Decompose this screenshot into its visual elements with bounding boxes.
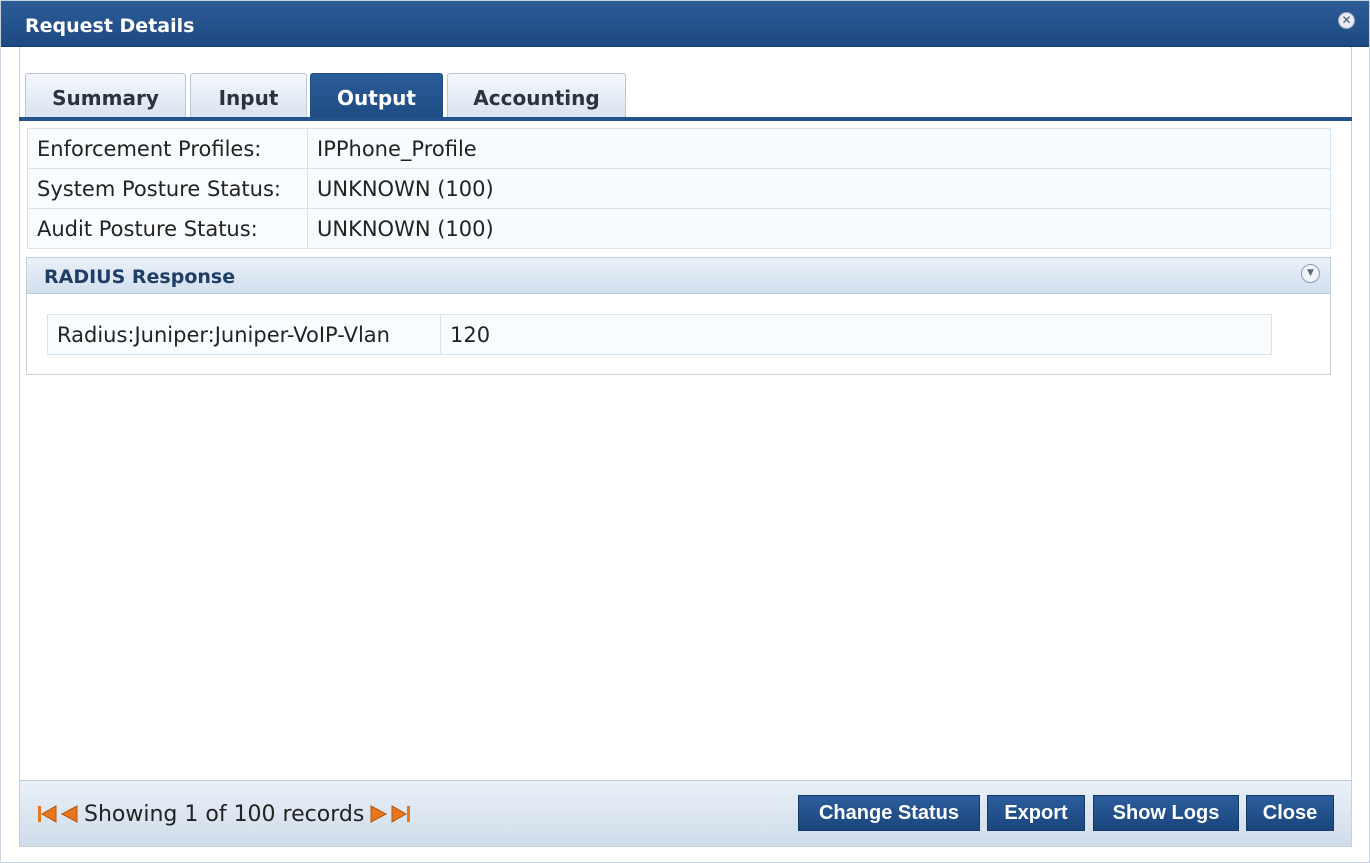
export-button[interactable]: Export [987, 795, 1085, 831]
radius-response-title: RADIUS Response [44, 266, 236, 288]
first-record-icon[interactable] [36, 802, 58, 826]
system-posture-status-value: UNKNOWN (100) [307, 168, 1331, 209]
pager-status-text: Showing 1 of 100 records [84, 801, 365, 827]
close-icon[interactable]: ✕ [1338, 12, 1355, 29]
dialog-titlebar: Request Details ✕ [1, 1, 1369, 47]
tab-summary[interactable]: Summary [25, 73, 186, 119]
audit-posture-status-value: UNKNOWN (100) [307, 208, 1331, 249]
previous-record-icon[interactable] [58, 802, 80, 826]
table-row: Enforcement Profiles: IPPhone_Profile [27, 128, 1331, 169]
system-posture-status-label: System Posture Status: [27, 168, 308, 209]
radius-attribute-value: 120 [440, 314, 1272, 355]
change-status-button[interactable]: Change Status [798, 795, 980, 831]
tab-output[interactable]: Output [310, 73, 443, 119]
audit-posture-status-label: Audit Posture Status: [27, 208, 308, 249]
close-button[interactable]: Close [1246, 795, 1334, 831]
tab-underline [19, 117, 1352, 121]
enforcement-profiles-label: Enforcement Profiles: [27, 128, 308, 169]
dialog-title: Request Details [25, 15, 195, 37]
tab-input[interactable]: Input [190, 73, 307, 119]
last-record-icon[interactable] [390, 802, 412, 826]
output-summary-table: Enforcement Profiles: IPPhone_Profile Sy… [27, 128, 1331, 249]
table-row: System Posture Status: UNKNOWN (100) [27, 168, 1331, 209]
radius-response-header[interactable]: RADIUS Response ▼ [27, 258, 1330, 294]
tab-accounting[interactable]: Accounting [447, 73, 626, 119]
radius-response-panel: RADIUS Response ▼ Radius:Juniper:Juniper… [26, 257, 1331, 375]
enforcement-profiles-value: IPPhone_Profile [307, 128, 1331, 169]
radius-attribute-name: Radius:Juniper:Juniper-VoIP-Vlan [47, 314, 441, 355]
dialog-footer: Showing 1 of 100 records Change Status E… [20, 780, 1351, 846]
show-logs-button[interactable]: Show Logs [1093, 795, 1239, 831]
pager: Showing 1 of 100 records [36, 799, 412, 829]
table-row: Audit Posture Status: UNKNOWN (100) [27, 208, 1331, 249]
radius-response-table: Radius:Juniper:Juniper-VoIP-Vlan 120 [47, 314, 1272, 355]
collapse-icon[interactable]: ▼ [1301, 264, 1320, 283]
table-row: Radius:Juniper:Juniper-VoIP-Vlan 120 [47, 314, 1272, 355]
request-details-dialog: Request Details ✕ Summary Input Output A… [0, 0, 1370, 863]
next-record-icon[interactable] [368, 802, 390, 826]
